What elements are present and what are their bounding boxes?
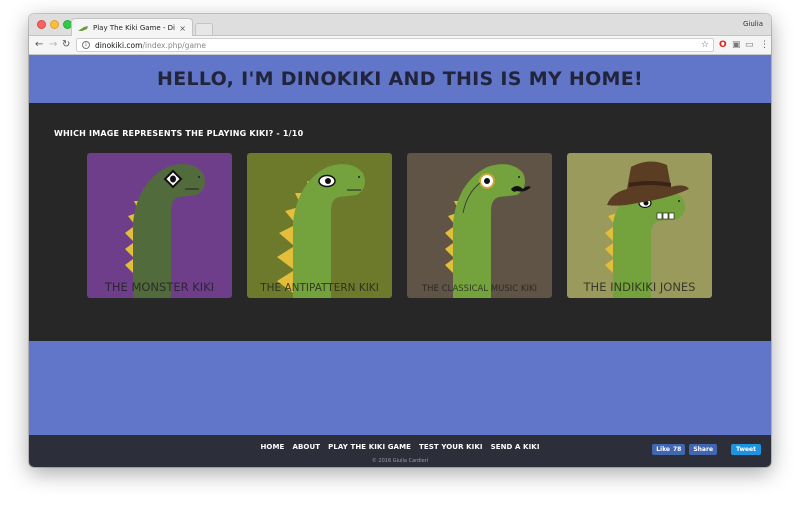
browser-tab[interactable]: Play The Kiki Game - Dinok ×: [71, 18, 193, 37]
page-title: HELLO, I'M DINOKIKI AND THIS IS MY HOME!: [157, 68, 643, 90]
site-footer: HOME ABOUT PLAY THE KIKI GAME TEST YOUR …: [29, 435, 771, 467]
info-icon[interactable]: i: [82, 41, 90, 49]
indiana-dino-image: [605, 161, 689, 298]
profile-name[interactable]: Giulia: [743, 20, 763, 28]
new-tab-button[interactable]: [195, 23, 213, 35]
facebook-like-button[interactable]: Like 78: [652, 444, 686, 455]
tab-close-icon[interactable]: ×: [179, 24, 186, 33]
tab-title: Play The Kiki Game - Dinok: [93, 24, 175, 32]
dino-favicon-icon: [78, 25, 88, 31]
url-host: dinokiki.com: [95, 40, 143, 50]
like-label: Like: [656, 446, 670, 453]
blue-spacer: [29, 341, 771, 435]
address-bar[interactable]: i dinokiki.com /index.php/game ☆: [76, 38, 714, 52]
close-window-button[interactable]: [37, 20, 46, 29]
cast-icon[interactable]: ▭: [745, 40, 754, 50]
card-classical-music-kiki[interactable]: THE CLASSICAL MUSIC KIKI: [407, 153, 552, 298]
card-label: THE INDIKIKI JONES: [583, 280, 696, 294]
card-label: THE ANTIPATTERN KIKI: [260, 282, 379, 294]
antipattern-dino-image: [277, 164, 365, 298]
answer-cards: THE MONSTER KIKI THE ANTIPATTERN KIKI TH…: [87, 153, 712, 298]
classical-dino-image: [445, 164, 531, 298]
menu-icon[interactable]: ⋮: [760, 40, 769, 50]
social-buttons: Like 78 Share Tweet: [652, 444, 761, 455]
card-indikiki-jones[interactable]: THE INDIKIKI JONES: [567, 153, 712, 298]
game-section: WHICH IMAGE REPRESENTS THE PLAYING KIKI?…: [29, 103, 771, 341]
back-arrow-icon[interactable]: ←: [35, 39, 43, 51]
facebook-share-button[interactable]: Share: [689, 444, 718, 455]
monster-dino-image: [125, 164, 205, 298]
title-bar: Play The Kiki Game - Dinok × Giulia: [29, 14, 771, 37]
footer-link-about[interactable]: ABOUT: [292, 443, 320, 451]
card-monster-kiki[interactable]: THE MONSTER KIKI: [87, 153, 232, 298]
like-count: 78: [672, 446, 682, 453]
footer-link-play-game[interactable]: PLAY THE KIKI GAME: [328, 443, 411, 451]
extension-icon[interactable]: ▣: [732, 40, 741, 50]
card-label: THE CLASSICAL MUSIC KIKI: [421, 284, 538, 294]
site-header: HELLO, I'M DINOKIKI AND THIS IS MY HOME!: [29, 55, 771, 103]
footer-link-test-kiki[interactable]: TEST YOUR KIKI: [419, 443, 483, 451]
star-icon[interactable]: ☆: [701, 40, 709, 50]
footer-link-send-kiki[interactable]: SEND A KIKI: [491, 443, 540, 451]
page-viewport: HELLO, I'M DINOKIKI AND THIS IS MY HOME!…: [29, 55, 771, 467]
tweet-button[interactable]: Tweet: [731, 444, 761, 455]
url-path: /index.php/game: [142, 40, 206, 50]
minimize-window-button[interactable]: [50, 20, 59, 29]
opera-icon[interactable]: O: [719, 40, 727, 50]
browser-toolbar: ← → ↻ i dinokiki.com /index.php/game ☆ O…: [29, 36, 771, 55]
forward-arrow-icon[interactable]: →: [49, 39, 57, 51]
card-label: THE MONSTER KIKI: [104, 280, 215, 294]
footer-link-home[interactable]: HOME: [260, 443, 284, 451]
card-antipattern-kiki[interactable]: THE ANTIPATTERN KIKI: [247, 153, 392, 298]
reload-icon[interactable]: ↻: [62, 39, 70, 51]
copyright-text: © 2016 Giulia Cardieri: [371, 458, 429, 464]
browser-window: Play The Kiki Game - Dinok × Giulia ← → …: [29, 14, 771, 467]
question-text: WHICH IMAGE REPRESENTS THE PLAYING KIKI?…: [54, 129, 304, 138]
